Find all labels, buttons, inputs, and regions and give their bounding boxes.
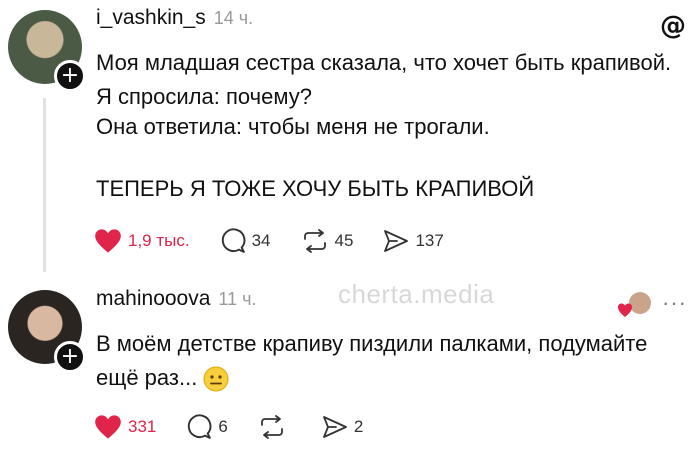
- comment-count: 6: [218, 417, 228, 436]
- share-icon: [384, 230, 409, 252]
- repost-icon: [303, 229, 326, 253]
- comment-button[interactable]: 34: [220, 228, 271, 254]
- comment-icon: [221, 228, 246, 253]
- like-button[interactable]: 331: [94, 414, 156, 440]
- like-button[interactable]: 1,9 тыс.: [94, 228, 190, 254]
- thread-line: [43, 98, 46, 272]
- reply-author[interactable]: mahinooova 11 ч.: [96, 287, 257, 311]
- reply-time: 11 ч.: [218, 289, 257, 309]
- post-text-line1: Моя младшая сестра сказала, что хочет бы…: [96, 50, 672, 109]
- comment-icon: [188, 414, 212, 439]
- post-time: 14 ч.: [213, 8, 254, 28]
- author-liked-icon: [618, 292, 651, 317]
- comment-button[interactable]: 6: [186, 414, 228, 440]
- comment-count: 34: [251, 231, 271, 250]
- post-author[interactable]: i_vashkin_s 14 ч.: [96, 6, 253, 30]
- share-button[interactable]: 2: [322, 415, 363, 439]
- repost-icon: [260, 415, 283, 439]
- more-icon[interactable]: ···: [662, 290, 687, 316]
- reply-text-content: В моём детстве крапиву пиздили палками, …: [96, 331, 648, 390]
- post-text-line2: Она ответила: чтобы меня не трогали.: [96, 114, 490, 139]
- post-text-line3: ТЕПЕРЬ Я ТОЖЕ ХОЧУ БЫТЬ КРАПИВОЙ: [96, 176, 535, 201]
- repost-count: 45: [334, 231, 354, 250]
- heart-icon: [95, 229, 121, 253]
- threads-logo-icon: @: [660, 11, 686, 40]
- like-count: 1,9 тыс.: [128, 231, 190, 250]
- repost-button[interactable]: 45: [301, 229, 354, 253]
- heart-icon: [95, 415, 121, 439]
- follow-plus-icon[interactable]: +: [54, 341, 86, 373]
- share-count: 2: [353, 417, 364, 436]
- share-count: 137: [415, 231, 444, 250]
- share-button[interactable]: 137: [383, 229, 444, 253]
- svg-text:@: @: [660, 11, 686, 40]
- post-username[interactable]: i_vashkin_s: [96, 6, 206, 29]
- share-icon: [322, 416, 347, 438]
- like-count: 331: [128, 417, 157, 436]
- watermark: cherta.media: [338, 279, 495, 309]
- reply-text: В моём детстве крапиву пиздили палками, …: [96, 327, 656, 395]
- follow-plus-icon[interactable]: +: [54, 60, 86, 92]
- post-actions: 1,9 тыс. 34 45 137: [94, 228, 464, 254]
- reply-username[interactable]: mahinooova: [96, 287, 210, 310]
- neutral-face-emoji: [203, 366, 229, 392]
- reply-actions: 331 6 2: [94, 414, 383, 440]
- repost-button[interactable]: [258, 415, 292, 439]
